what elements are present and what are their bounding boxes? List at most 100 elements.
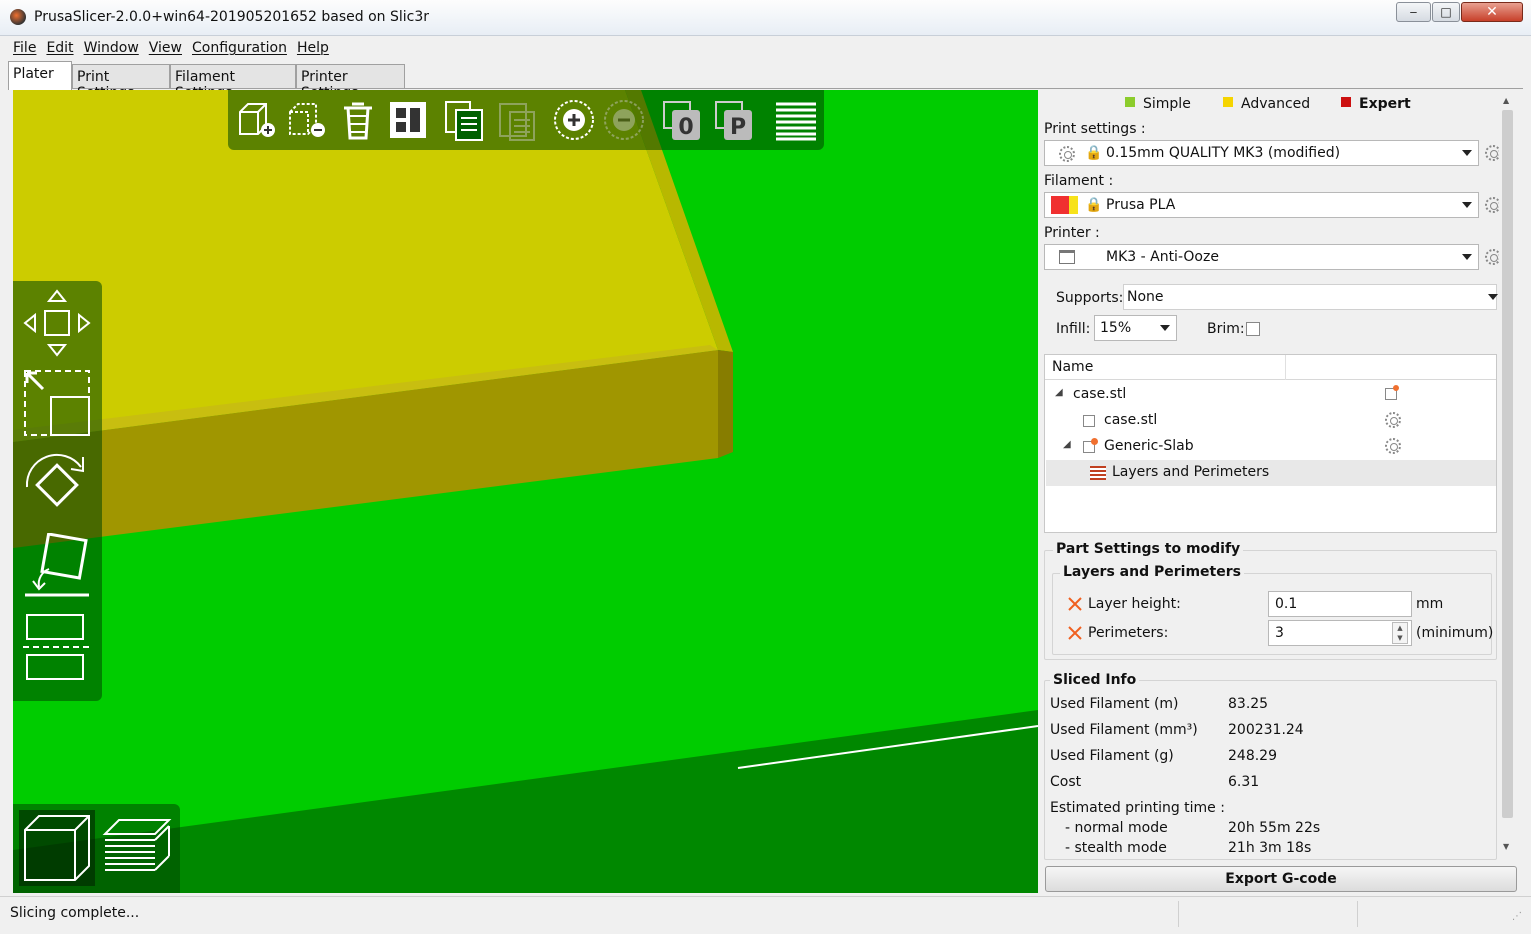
paste-icon[interactable] xyxy=(494,98,538,142)
cut-icon[interactable] xyxy=(21,611,93,683)
perimeters-input[interactable]: 3 xyxy=(1268,620,1412,646)
sidebar-scrollbar[interactable]: ▲ ▼ xyxy=(1499,90,1516,860)
settings-icon xyxy=(1059,146,1075,162)
menu-configuration[interactable]: Configuration xyxy=(187,37,292,59)
app-logo-icon xyxy=(10,9,26,25)
modifier-dot-icon xyxy=(1091,438,1098,445)
close-button[interactable]: ✕ xyxy=(1461,2,1523,22)
lock-icon: 🔒 xyxy=(1085,145,1103,161)
copy-icon[interactable] xyxy=(442,98,486,142)
menu-view[interactable]: View xyxy=(144,37,187,59)
chevron-down-icon xyxy=(1462,150,1472,156)
used-filament-m-value: 83.25 xyxy=(1228,696,1269,712)
print-settings-value: 0.15mm QUALITY MK3 (modified) xyxy=(1106,145,1341,161)
status-text: Slicing complete... xyxy=(10,905,140,921)
print-time-label: Estimated printing time : xyxy=(1050,800,1225,816)
status-divider xyxy=(1357,901,1358,927)
preview-icon[interactable] xyxy=(99,810,175,886)
print-settings-combo[interactable]: 🔒 0.15mm QUALITY MK3 (modified) xyxy=(1044,140,1479,166)
mode-advanced[interactable]: Advanced xyxy=(1223,96,1310,112)
menu-window[interactable]: Window xyxy=(79,37,144,59)
chevron-down-icon xyxy=(1160,325,1170,331)
layer-height-input[interactable]: 0.1 xyxy=(1268,591,1412,617)
tab-plater[interactable]: Plater xyxy=(8,61,72,90)
list-item[interactable]: ◢ case.stl xyxy=(1045,382,1496,408)
place-on-face-icon[interactable] xyxy=(21,532,93,605)
mode-expert[interactable]: Expert xyxy=(1341,96,1411,112)
scrollbar-thumb[interactable] xyxy=(1502,110,1513,818)
split-parts-icon[interactable]: P xyxy=(712,98,756,142)
scroll-down-icon[interactable]: ▼ xyxy=(1503,842,1509,851)
tab-filament-settings[interactable]: Filament Settings xyxy=(170,64,296,101)
rotate-icon[interactable] xyxy=(21,449,93,521)
scroll-up-icon[interactable]: ▲ xyxy=(1503,96,1509,105)
part-gear-icon[interactable] xyxy=(1385,412,1401,428)
3d-view-icon[interactable] xyxy=(19,810,95,886)
layers-icon xyxy=(1090,466,1106,480)
menu-edit[interactable]: Edit xyxy=(41,37,78,59)
chevron-down-icon xyxy=(1462,202,1472,208)
menu-help[interactable]: Help xyxy=(292,37,334,59)
view-toggle xyxy=(13,804,180,893)
infill-combo[interactable]: 15% xyxy=(1094,315,1177,341)
filament-value: Prusa PLA xyxy=(1106,197,1176,213)
export-gcode-button[interactable]: Export G-code xyxy=(1045,866,1517,892)
used-filament-mm3-label: Used Filament (mm³) xyxy=(1050,722,1198,738)
menu-file[interactable]: File xyxy=(8,37,41,59)
top-toolbar: 0 P xyxy=(228,90,824,150)
list-item-selected[interactable]: Layers and Perimeters xyxy=(1046,460,1496,486)
stealth-mode-value: 21h 3m 18s xyxy=(1228,840,1312,856)
arrange-icon[interactable] xyxy=(386,98,430,142)
list-item-label: case.stl xyxy=(1073,386,1127,402)
print-settings-label: Print settings : xyxy=(1044,121,1146,137)
object-list-header: Name xyxy=(1045,355,1496,380)
brim-label: Brim: xyxy=(1207,321,1245,337)
supports-combo[interactable]: None xyxy=(1123,284,1498,310)
move-icon[interactable] xyxy=(21,287,93,359)
list-item-label: Layers and Perimeters xyxy=(1112,464,1270,480)
filament-combo[interactable]: 🔒 Prusa PLA xyxy=(1044,192,1479,218)
remove-setting-icon[interactable] xyxy=(1067,596,1083,612)
object-list[interactable]: Name ◢ case.stl case.stl ◢ Generic-Slab … xyxy=(1044,354,1497,533)
list-item-label: case.stl xyxy=(1104,412,1158,428)
add-icon[interactable] xyxy=(234,98,278,142)
normal-mode-label: - normal mode xyxy=(1065,820,1168,836)
perimeters-spinner[interactable]: ▲ ▼ xyxy=(1392,622,1408,644)
stealth-mode-label: - stealth mode xyxy=(1065,840,1167,856)
expand-icon: ◢ xyxy=(1063,439,1071,450)
list-item[interactable]: case.stl xyxy=(1045,408,1496,434)
name-column-header[interactable]: Name xyxy=(1052,359,1093,375)
instance-add-icon[interactable] xyxy=(552,98,596,142)
layer-height-unit: mm xyxy=(1416,596,1444,612)
tab-printer-settings[interactable]: Printer Settings xyxy=(296,64,405,101)
expand-icon: ◢ xyxy=(1055,387,1063,398)
remove-setting-icon[interactable] xyxy=(1067,625,1083,641)
window-title: PrusaSlicer-2.0.0+win64-201905201652 bas… xyxy=(34,9,429,25)
sidebar: Simple Advanced Expert Print settings : … xyxy=(1039,90,1523,893)
printer-label: Printer : xyxy=(1044,225,1100,241)
instance-remove-icon[interactable] xyxy=(602,98,646,142)
mode-expert-label: Expert xyxy=(1359,96,1411,112)
printer-combo[interactable]: MK3 - Anti-Ooze xyxy=(1044,244,1479,270)
cost-label: Cost xyxy=(1050,774,1082,790)
mode-simple[interactable]: Simple xyxy=(1125,96,1191,112)
resize-grip-icon[interactable]: ⋰ xyxy=(1512,911,1522,922)
column-divider xyxy=(1285,355,1286,380)
scale-icon[interactable] xyxy=(21,367,93,439)
infill-label: Infill: xyxy=(1056,321,1091,337)
maximize-button[interactable]: □ xyxy=(1432,2,1460,22)
delete-icon[interactable] xyxy=(284,98,328,142)
delete-all-icon[interactable] xyxy=(336,98,380,142)
brim-checkbox[interactable] xyxy=(1246,322,1260,336)
cost-value: 6.31 xyxy=(1228,774,1260,790)
layer-editing-icon[interactable] xyxy=(774,98,818,142)
list-item[interactable]: ◢ Generic-Slab xyxy=(1045,434,1496,460)
modifier-gear-icon[interactable] xyxy=(1385,438,1401,454)
3d-viewport[interactable]: 0 P xyxy=(13,90,1038,893)
minimize-button[interactable]: ‒ xyxy=(1396,2,1431,22)
tab-print-settings[interactable]: Print Settings xyxy=(72,64,170,101)
mode-simple-label: Simple xyxy=(1143,96,1191,112)
scene-canvas xyxy=(13,90,1038,893)
supports-value: None xyxy=(1127,289,1164,305)
split-objects-icon[interactable]: 0 xyxy=(660,98,704,142)
